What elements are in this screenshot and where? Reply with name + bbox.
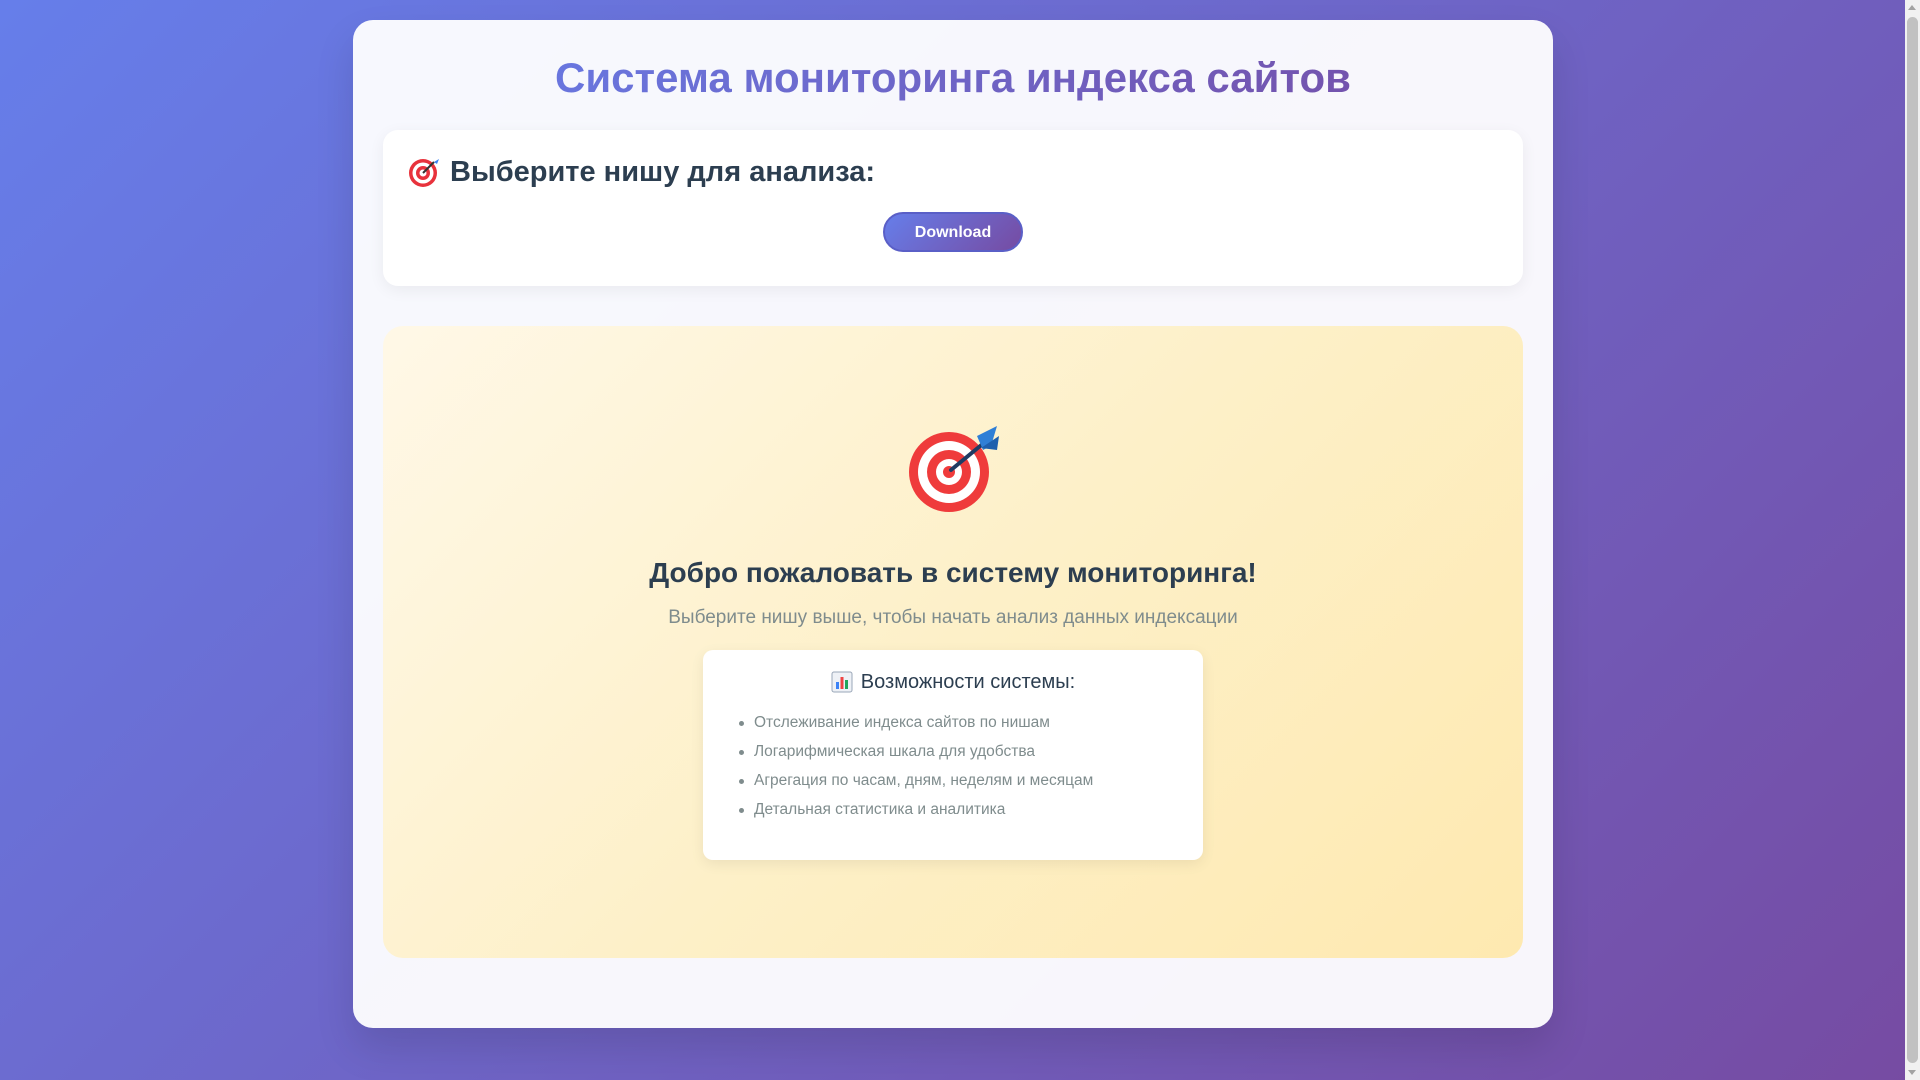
features-box: Возможности системы: Отслеживание индекс… <box>703 650 1203 860</box>
features-list: Отслеживание индекса сайтов по нишам Лог… <box>739 708 1183 824</box>
scrollbar-thumb[interactable] <box>1907 17 1918 1063</box>
main-container: Система мониторинга индекса сайтов Выбер… <box>353 20 1553 1028</box>
vertical-scrollbar[interactable] <box>1905 0 1920 1080</box>
page-title: Система мониторинга индекса сайтов <box>383 54 1523 102</box>
target-icon <box>409 159 439 187</box>
target-icon <box>909 426 999 512</box>
scroll-down-arrow-icon[interactable] <box>1908 1070 1916 1075</box>
niche-selector-card: Выберите нишу для анализа: Download <box>383 130 1523 286</box>
welcome-card: Добро пожаловать в систему мониторинга! … <box>383 326 1523 958</box>
niche-heading-label: Выберите нишу для анализа: <box>450 155 876 188</box>
button-row: Download <box>408 212 1498 252</box>
list-item: Агрегация по часам, дням, неделям и меся… <box>739 766 1183 795</box>
features-heading-label: Возможности системы: <box>860 671 1076 693</box>
niche-heading: Выберите нишу для анализа: <box>408 152 1498 192</box>
bar-chart-icon <box>831 671 853 693</box>
features-heading: Возможности системы: <box>723 668 1183 696</box>
list-item: Отслеживание индекса сайтов по нишам <box>739 708 1183 737</box>
download-button[interactable]: Download <box>883 212 1023 252</box>
welcome-title: Добро пожаловать в систему мониторинга! <box>649 557 1257 588</box>
list-item: Логарифмическая шкала для удобства <box>739 737 1183 766</box>
welcome-subtitle: Выберите нишу выше, чтобы начать анализ … <box>668 607 1238 628</box>
list-item: Детальная статистика и аналитика <box>739 795 1183 824</box>
scroll-up-arrow-icon[interactable] <box>1908 5 1916 10</box>
